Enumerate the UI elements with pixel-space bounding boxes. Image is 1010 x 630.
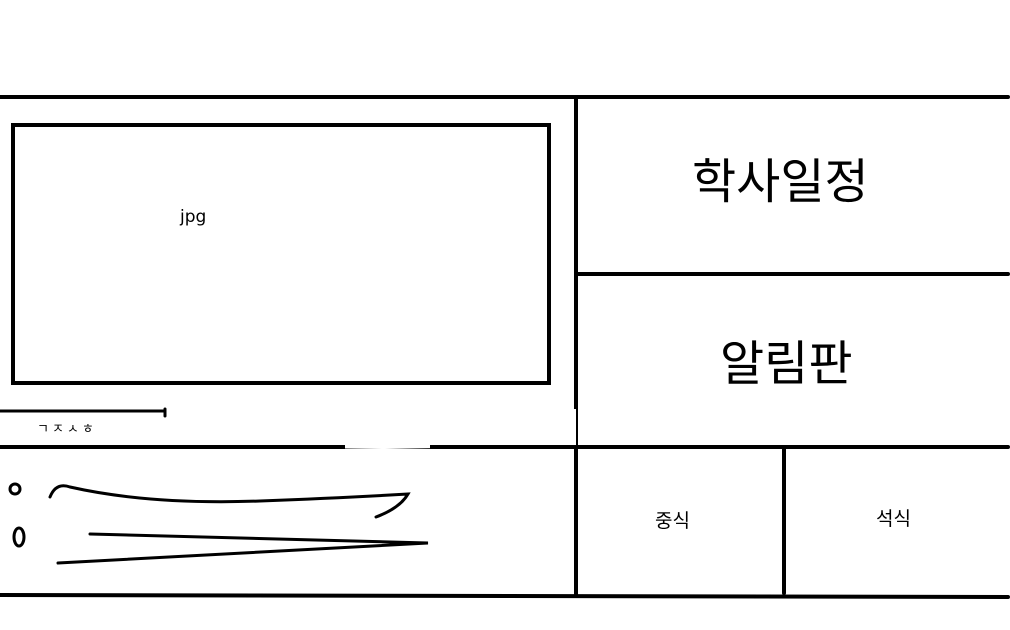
academic-schedule-label[interactable]: 학사일정 — [692, 158, 869, 206]
dinner-menu-label[interactable]: 석식 — [876, 510, 911, 529]
notice-tab-label[interactable]: ㄱㅈㅅㅎ — [37, 423, 97, 436]
notice-board-label[interactable]: 알림판 — [720, 340, 852, 388]
banner-image-frame — [11, 123, 551, 385]
scribble-line — [56, 532, 429, 565]
bullet-icon — [8, 482, 22, 496]
bottom-border-line — [0, 593, 1010, 599]
lunch-menu-label[interactable]: 중식 — [655, 512, 690, 531]
wireframe-sketch — [0, 95, 1010, 599]
scribble-line — [48, 484, 411, 519]
bullet-icon — [12, 526, 26, 548]
erase-mark — [165, 409, 576, 449]
image-placeholder-label: jpg — [180, 207, 207, 227]
